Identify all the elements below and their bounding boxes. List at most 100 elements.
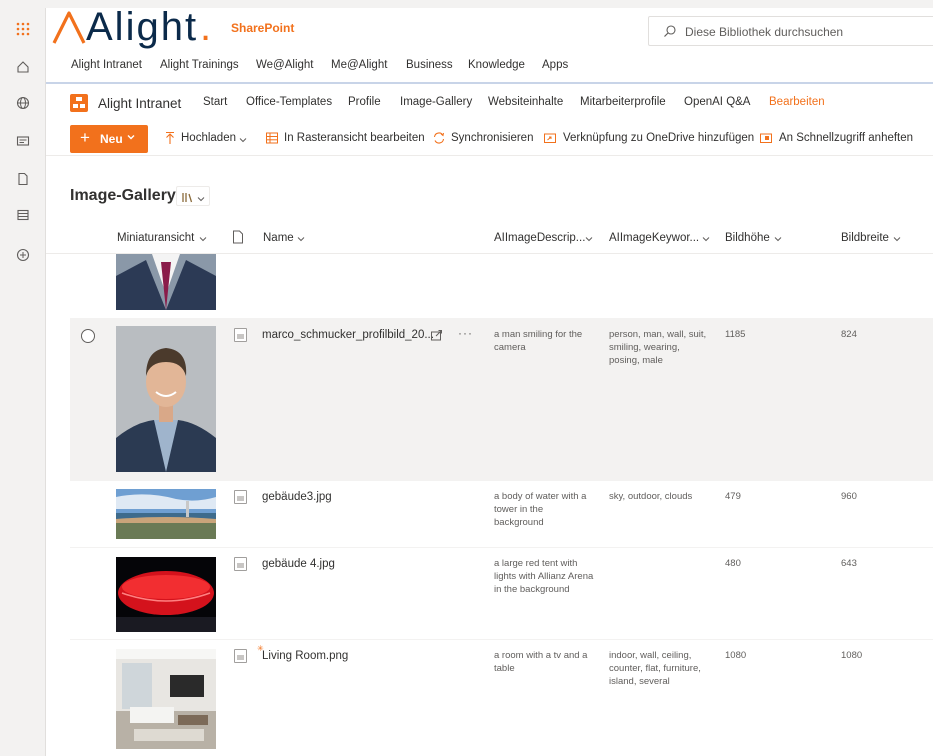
command-bar: + Neu Hochladen In Rasteransicht bearbei… <box>46 122 933 156</box>
table-row[interactable]: gebäude3.jpg a body of water with a towe… <box>70 481 933 548</box>
file-name-link[interactable]: gebäude3.jpg <box>262 491 332 503</box>
library-title: Image-Gallery <box>70 187 176 204</box>
chevron-down-icon[interactable] <box>892 234 902 247</box>
logo-dot: . <box>200 5 213 49</box>
table-row[interactable]: marco_schmucker_profilbild_20... ··· a m… <box>70 319 933 481</box>
site-navigation: Alight Intranet Start Office-Templates P… <box>46 86 933 120</box>
image-width: 960 <box>841 491 857 502</box>
chevron-down-icon <box>196 191 206 209</box>
onedrive-shortcut-icon <box>543 131 557 145</box>
file-name-link[interactable]: gebäude 4.jpg <box>262 558 335 570</box>
site-nav-image-gallery[interactable]: Image-Gallery <box>400 96 472 108</box>
image-height: 480 <box>725 558 741 569</box>
image-file-icon <box>234 490 247 504</box>
app-label[interactable]: SharePoint <box>231 21 294 35</box>
hub-item-alight-trainings[interactable]: Alight Trainings <box>160 59 239 71</box>
home-icon[interactable] <box>14 58 32 76</box>
ai-keywords: person, man, wall, suit, smiling, wearin… <box>609 329 707 366</box>
upload-button[interactable]: Hochladen <box>181 132 236 144</box>
hub-item-apps[interactable]: Apps <box>542 59 568 71</box>
create-icon[interactable] <box>14 246 32 264</box>
image-width: 824 <box>841 329 857 340</box>
chevron-down-icon[interactable] <box>773 234 783 247</box>
site-nav-profile[interactable]: Profile <box>348 96 381 108</box>
thumbnail-image[interactable] <box>116 489 216 539</box>
library-view-icon <box>181 190 193 208</box>
image-width: 1080 <box>841 650 863 661</box>
search-input[interactable]: Diese Bibliothek durchsuchen <box>685 25 843 39</box>
share-icon[interactable] <box>430 328 443 346</box>
chevron-down-icon[interactable] <box>584 234 594 247</box>
hub-item-knowledge[interactable]: Knowledge <box>468 59 525 71</box>
file-type-icon[interactable] <box>232 230 244 247</box>
site-logo-icon[interactable] <box>70 94 88 112</box>
image-height: 479 <box>725 491 741 502</box>
table-row[interactable]: gebäude 4.jpg a large red tent with ligh… <box>70 548 933 640</box>
globe-icon[interactable] <box>14 94 32 112</box>
hub-item-me-alight[interactable]: Me@Alight <box>331 59 387 71</box>
image-height: 1185 <box>725 329 746 340</box>
table-row[interactable] <box>70 254 933 319</box>
ai-keywords: indoor, wall, ceiling, counter, flat, fu… <box>609 650 701 687</box>
new-button-label: Neu <box>100 132 123 146</box>
sync-button[interactable]: Synchronisieren <box>451 132 533 144</box>
chevron-down-icon[interactable] <box>701 234 711 247</box>
site-nav-mitarbeiterprofile[interactable]: Mitarbeiterprofile <box>580 96 666 108</box>
image-file-icon <box>234 328 247 342</box>
upload-icon <box>163 131 177 145</box>
pin-quick-access-button[interactable]: An Schnellzugriff anheften <box>779 132 913 144</box>
search-box[interactable]: Diese Bibliothek durchsuchen <box>648 16 933 46</box>
waffle-icon[interactable] <box>14 20 32 38</box>
search-icon <box>663 24 677 43</box>
file-name-link[interactable]: marco_schmucker_profilbild_20... <box>262 329 434 341</box>
chevron-down-icon <box>126 131 136 145</box>
site-nav-office-templates[interactable]: Office-Templates <box>246 96 332 108</box>
app-rail <box>0 8 46 756</box>
thumbnail-image[interactable] <box>116 254 216 310</box>
onedrive-shortcut-button[interactable]: Verknüpfung zu OneDrive hinzufügen <box>563 132 754 144</box>
chevron-down-icon[interactable] <box>198 234 208 247</box>
news-icon[interactable] <box>14 132 32 150</box>
ai-description: a body of water with a tower in the back… <box>494 491 587 528</box>
site-nav-websiteinhalte[interactable]: Websiteinhalte <box>488 96 563 108</box>
site-nav-start[interactable]: Start <box>203 96 227 108</box>
hub-item-we-alight[interactable]: We@Alight <box>256 59 313 71</box>
column-header-name[interactable]: Name <box>263 232 294 244</box>
column-header-height[interactable]: Bildhöhe <box>725 232 770 244</box>
thumbnail-image[interactable] <box>116 557 216 632</box>
thumbnail-image[interactable] <box>116 326 216 472</box>
edit-nav-link[interactable]: Bearbeiten <box>769 96 825 108</box>
table-row[interactable]: ✳ Living Room.png a room with a tv and a… <box>70 640 933 756</box>
sync-icon <box>432 131 446 145</box>
image-file-icon <box>234 649 247 663</box>
row-select-radio[interactable] <box>81 329 95 343</box>
new-button[interactable]: + Neu <box>70 125 148 153</box>
chevron-down-icon[interactable] <box>296 234 306 247</box>
column-header-ai-keywords[interactable]: AIImageKeywor... <box>609 232 699 244</box>
column-header-row: Miniaturansicht Name AIImageDescrip... A… <box>46 222 933 254</box>
ai-keywords: sky, outdoor, clouds <box>609 491 693 502</box>
column-header-thumbnail[interactable]: Miniaturansicht <box>117 232 194 244</box>
hub-navigation: Alight Intranet Alight Trainings We@Alig… <box>46 50 933 84</box>
hub-item-alight-intranet[interactable]: Alight Intranet <box>71 59 142 71</box>
grid-icon <box>265 131 279 145</box>
image-height: 1080 <box>725 650 747 661</box>
column-header-ai-description[interactable]: AIImageDescrip... <box>494 232 585 244</box>
site-title[interactable]: Alight Intranet <box>98 96 181 111</box>
thumbnail-image[interactable] <box>116 649 216 749</box>
chevron-down-icon[interactable] <box>238 132 252 146</box>
site-nav-openai-qa[interactable]: OpenAI Q&A <box>684 96 750 108</box>
grid-edit-button[interactable]: In Rasteransicht bearbeiten <box>284 132 425 144</box>
image-file-icon <box>234 557 247 571</box>
list-icon[interactable] <box>14 206 32 224</box>
file-name-link[interactable]: Living Room.png <box>262 650 348 662</box>
pin-icon <box>759 131 773 145</box>
ai-description: a room with a tv and a table <box>494 650 588 674</box>
more-options-icon[interactable]: ··· <box>458 326 473 340</box>
document-icon[interactable] <box>14 170 32 188</box>
hub-item-business[interactable]: Business <box>406 59 453 71</box>
ai-description: a large red tent with lights with Allian… <box>494 558 594 595</box>
view-switcher[interactable] <box>176 186 210 206</box>
column-header-width[interactable]: Bildbreite <box>841 232 889 244</box>
image-width: 643 <box>841 558 857 569</box>
